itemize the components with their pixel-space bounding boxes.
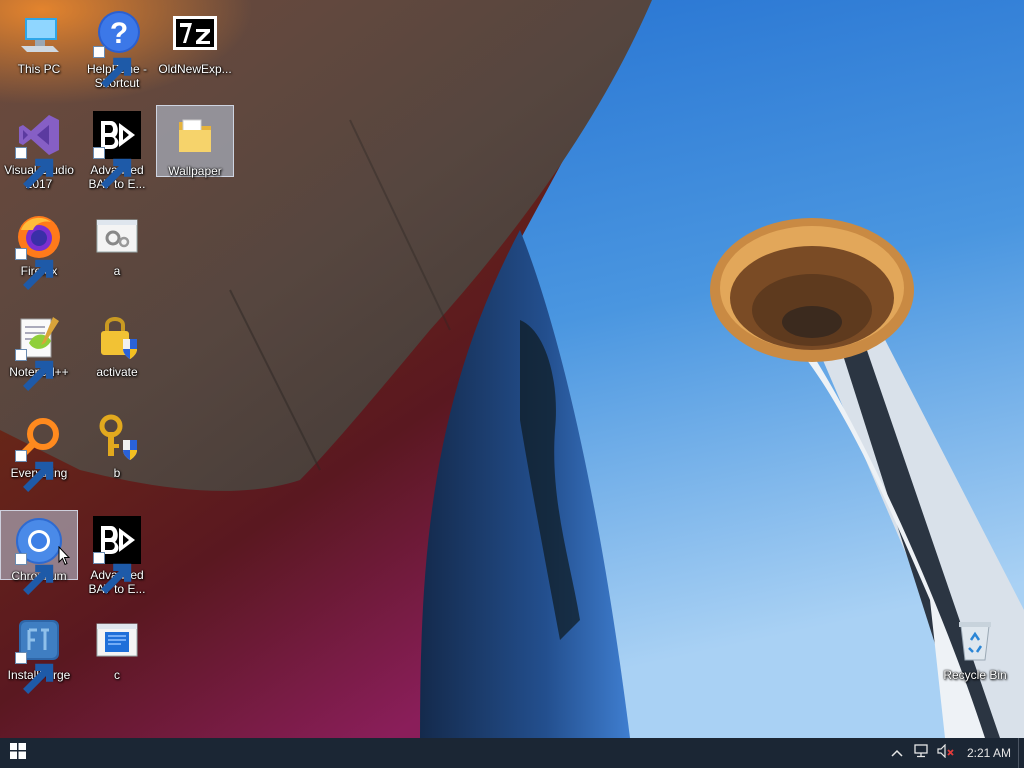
desktop-icon-installforge[interactable]: InstallForge: [0, 610, 78, 706]
mouse-cursor: [58, 545, 71, 566]
icon-label: b: [113, 466, 121, 480]
desktop-icon-advanced-bat-to-exe[interactable]: Advanced BAT to E...: [78, 105, 156, 201]
taskbar-clock[interactable]: 2:21 AM: [960, 738, 1018, 768]
desktop-icon-chromium[interactable]: Chromium: [0, 510, 78, 595]
shortcut-arrow-icon: [15, 652, 54, 694]
desktop-icon-c[interactable]: c: [78, 610, 156, 706]
network-icon: [914, 743, 930, 763]
start-button[interactable]: [0, 738, 36, 768]
chevron-up-icon: [891, 744, 903, 762]
shortcut-arrow-icon: [15, 349, 54, 391]
desktop-icon-activate[interactable]: activate: [78, 307, 156, 403]
desktop-icon-firefox[interactable]: Firefox: [0, 206, 78, 302]
lock-shield-icon: [93, 313, 141, 361]
icon-label: Recycle Bin: [943, 668, 1007, 682]
desktop-icon-wallpaper[interactable]: Wallpaper: [156, 105, 234, 178]
icon-label: c: [114, 668, 120, 682]
show-desktop-button[interactable]: [1018, 738, 1024, 768]
shortcut-arrow-icon: [15, 553, 54, 595]
windows-logo-icon: [10, 742, 26, 764]
shortcut-arrow-icon: [93, 147, 132, 189]
desktop-icon-recycle-bin[interactable]: Recycle Bin: [936, 610, 1014, 706]
key-shield-icon: [93, 414, 141, 462]
shortcut-arrow-icon: [15, 147, 54, 189]
settings-file-icon: [93, 212, 141, 260]
window-document-icon: [93, 616, 141, 664]
volume-muted-icon: [937, 743, 955, 763]
desktop-icon-notepad-plus-plus[interactable]: Notepad++: [0, 307, 78, 403]
tray-volume-button[interactable]: [934, 738, 958, 768]
recycle-bin-icon: [951, 616, 999, 664]
icon-label: a: [113, 264, 121, 278]
computer-icon: [15, 10, 63, 58]
desktop-icon-everything[interactable]: Everything: [0, 408, 78, 504]
icon-label: OldNewExp...: [158, 62, 232, 76]
desktop-icon-this-pc[interactable]: This PC: [0, 4, 78, 100]
desktop-icon-b[interactable]: b: [78, 408, 156, 504]
shortcut-arrow-icon: [93, 552, 132, 594]
desktop-icon-advanced-bat-to-exe-2[interactable]: Advanced BAT to E...: [78, 510, 156, 606]
tray-network-button[interactable]: [910, 738, 934, 768]
svg-text:?: ?: [110, 17, 128, 50]
icon-label: Wallpaper: [168, 164, 222, 178]
folder-icon: [171, 112, 219, 160]
icon-label: activate: [96, 365, 138, 379]
shortcut-arrow-icon: [15, 248, 54, 290]
desktop-icon-a[interactable]: a: [78, 206, 156, 302]
desktop-icon-helppane-shortcut[interactable]: ? HelpPane - Shortcut: [78, 4, 156, 100]
taskbar: 2:21 AM: [0, 738, 1024, 768]
shortcut-arrow-icon: [93, 46, 132, 88]
icon-label: This PC: [17, 62, 61, 76]
tray-overflow-button[interactable]: [886, 738, 908, 768]
shortcut-arrow-icon: [15, 450, 54, 492]
7zip-icon: [171, 10, 219, 58]
desktop-icon-oldnewexp[interactable]: OldNewExp...: [156, 4, 234, 100]
desktop-icon-visual-studio-2017[interactable]: Visual Studio 2017: [0, 105, 78, 201]
